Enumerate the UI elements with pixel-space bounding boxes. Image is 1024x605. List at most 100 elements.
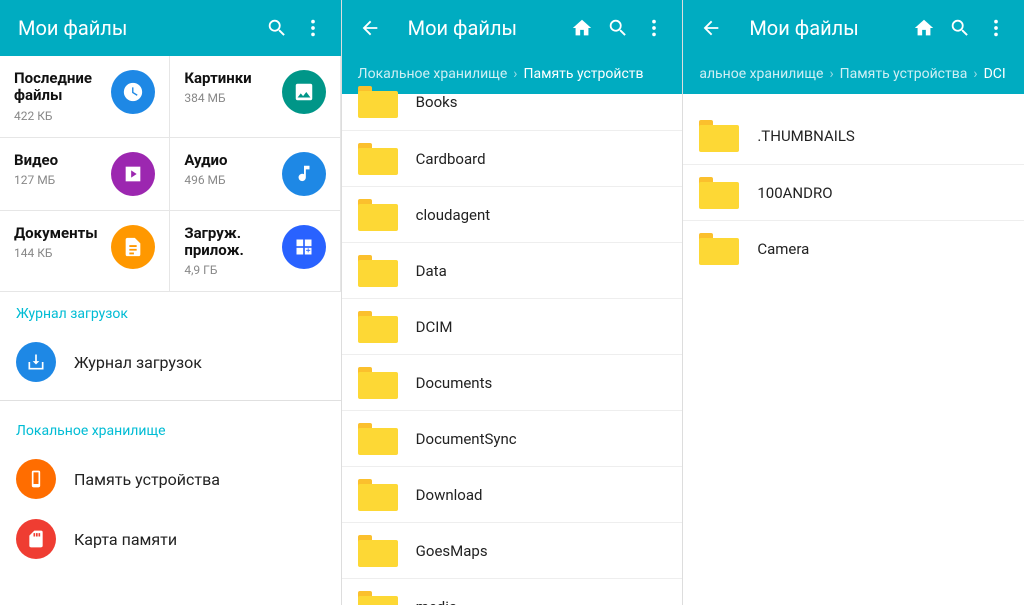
app-title: Мои файлы (388, 16, 565, 40)
folder-row[interactable]: media (342, 578, 683, 605)
breadcrumb[interactable]: альное хранилище›Память устройства›DCI (683, 56, 1024, 94)
folder-name: Data (416, 262, 447, 280)
folder-row[interactable]: .THUMBNAILS (683, 108, 1024, 164)
folder-name: media (416, 598, 457, 605)
home-icon[interactable] (906, 10, 942, 46)
folder-name: .THUMBNAILS (757, 127, 854, 145)
category-name: Загруж. прилож. (184, 225, 281, 260)
list-item[interactable]: Карта памяти (0, 509, 341, 569)
folder-name: Cardboard (416, 150, 486, 168)
audio-icon (282, 152, 326, 196)
download-icon (16, 342, 56, 382)
image-icon (282, 70, 326, 114)
screen-categories: Мои файлы Последние файлы 422 КБ Картинки 3… (0, 0, 341, 605)
list-item-label: Память устройства (74, 470, 220, 489)
breadcrumb-item[interactable]: DCI (984, 66, 1006, 82)
category-size: 496 МБ (184, 173, 227, 187)
folder-icon (358, 86, 398, 118)
back-icon[interactable] (693, 10, 729, 46)
category-size: 4,9 ГБ (184, 263, 281, 277)
list-item-label: Карта памяти (74, 530, 177, 549)
folder-row[interactable]: GoesMaps (342, 522, 683, 578)
apps-icon (282, 225, 326, 269)
phone-icon (16, 459, 56, 499)
more-icon[interactable] (636, 10, 672, 46)
category-size: 144 КБ (14, 246, 98, 260)
folder-name: DCIM (416, 318, 453, 336)
chevron-right-icon: › (823, 66, 839, 82)
folder-name: cloudagent (416, 206, 491, 224)
category-size: 422 КБ (14, 109, 111, 123)
sdcard-icon (16, 519, 56, 559)
folder-name: Documents (416, 374, 493, 392)
category-doc[interactable]: Документы 144 КБ (0, 211, 170, 293)
folder-name: DocumentSync (416, 430, 517, 448)
folder-row[interactable]: cloudagent (342, 186, 683, 242)
section-title: Локальное хранилище (0, 409, 341, 449)
folder-list: Books Cardboard cloudagent Data DCIM Document… (342, 74, 683, 605)
category-apps[interactable]: Загруж. прилож. 4,9 ГБ (170, 211, 340, 293)
folder-row[interactable]: Download (342, 466, 683, 522)
category-name: Последние файлы (14, 70, 111, 105)
category-size: 127 МБ (14, 173, 58, 187)
folder-name: 100ANDRO (757, 184, 832, 202)
folder-icon (358, 367, 398, 399)
category-image[interactable]: Картинки 384 МБ (170, 56, 340, 138)
category-size: 384 МБ (184, 91, 251, 105)
folder-icon (358, 199, 398, 231)
category-clock[interactable]: Последние файлы 422 КБ (0, 56, 170, 138)
app-title: Мои файлы (10, 16, 259, 40)
folder-icon (358, 143, 398, 175)
folder-row[interactable]: Camera (683, 220, 1024, 276)
folder-icon (699, 233, 739, 265)
app-bar: Мои файлы (342, 0, 683, 56)
app-bar: Мои файлы (683, 0, 1024, 56)
app-title: Мои файлы (729, 16, 906, 40)
section-title: Журнал загрузок (0, 292, 341, 332)
folder-icon (358, 311, 398, 343)
list-item-label: Журнал загрузок (74, 353, 202, 372)
category-name: Аудио (184, 152, 227, 169)
sections: Журнал загрузок Журнал загрузок Локальное … (0, 292, 341, 569)
folder-row[interactable]: Cardboard (342, 130, 683, 186)
more-icon[interactable] (295, 10, 331, 46)
list-item[interactable]: Память устройства (0, 449, 341, 509)
folder-row[interactable]: Documents (342, 354, 683, 410)
more-icon[interactable] (978, 10, 1014, 46)
category-name: Видео (14, 152, 58, 169)
folder-icon (358, 535, 398, 567)
folder-icon (358, 423, 398, 455)
folder-row[interactable]: DocumentSync (342, 410, 683, 466)
folder-row[interactable]: Data (342, 242, 683, 298)
folder-name: Books (416, 93, 458, 111)
folder-list: .THUMBNAILS 100ANDRO Camera (683, 94, 1024, 605)
home-icon[interactable] (564, 10, 600, 46)
category-video[interactable]: Видео 127 МБ (0, 138, 170, 211)
folder-row[interactable]: DCIM (342, 298, 683, 354)
chevron-right-icon: › (967, 66, 983, 82)
folder-row[interactable]: Books (342, 74, 683, 130)
category-name: Документы (14, 225, 98, 242)
doc-icon (111, 225, 155, 269)
breadcrumb-item[interactable]: Память устройства (840, 66, 968, 82)
breadcrumb-item[interactable]: альное хранилище (699, 66, 823, 82)
folder-name: Download (416, 486, 483, 504)
folder-name: GoesMaps (416, 542, 488, 560)
app-bar: Мои файлы (0, 0, 341, 56)
search-icon[interactable] (600, 10, 636, 46)
screen-device-storage: Мои файлы Локальное хранилище›Память уст… (341, 0, 683, 605)
folder-name: Camera (757, 240, 809, 258)
folder-icon (358, 591, 398, 605)
folder-icon (699, 120, 739, 152)
category-grid: Последние файлы 422 КБ Картинки 384 МБ Видео… (0, 56, 341, 292)
folder-icon (358, 479, 398, 511)
divider (0, 400, 341, 401)
folder-icon (358, 255, 398, 287)
category-name: Картинки (184, 70, 251, 87)
folder-row[interactable]: 100ANDRO (683, 164, 1024, 220)
list-item[interactable]: Журнал загрузок (0, 332, 341, 392)
category-audio[interactable]: Аудио 496 МБ (170, 138, 340, 211)
search-icon[interactable] (942, 10, 978, 46)
back-icon[interactable] (352, 10, 388, 46)
search-icon[interactable] (259, 10, 295, 46)
